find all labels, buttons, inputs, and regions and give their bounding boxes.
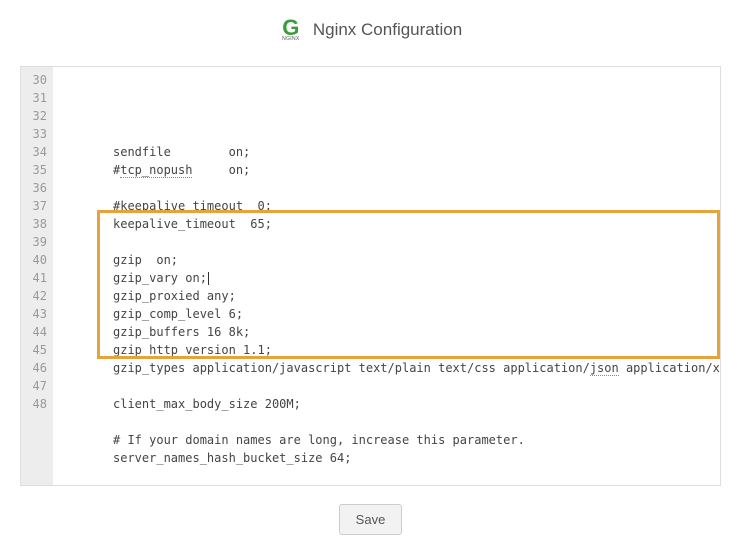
code-line[interactable]: keepalive_timeout 65; xyxy=(63,215,720,233)
line-number: 46 xyxy=(29,359,47,377)
line-number: 30 xyxy=(29,71,47,89)
line-number: 45 xyxy=(29,341,47,359)
code-line[interactable]: # If your domain names are long, increas… xyxy=(63,431,720,449)
code-line[interactable] xyxy=(63,125,720,143)
code-editor[interactable]: 30313233343536373839404142434445464748 s… xyxy=(21,67,720,485)
line-number: 39 xyxy=(29,233,47,251)
code-line[interactable]: gzip_buffers 16 8k; xyxy=(63,323,720,341)
code-line[interactable]: gzip_types application/javascript text/p… xyxy=(63,359,720,377)
code-line[interactable] xyxy=(63,413,720,431)
line-number: 47 xyxy=(29,377,47,395)
code-line[interactable]: gzip on; xyxy=(63,251,720,269)
logo-subtext: NGINX xyxy=(279,36,303,42)
code-line[interactable] xyxy=(63,377,720,395)
line-number: 38 xyxy=(29,215,47,233)
editor-panel: 30313233343536373839404142434445464748 s… xyxy=(20,66,721,486)
line-number-gutter: 30313233343536373839404142434445464748 xyxy=(21,67,53,485)
line-number: 31 xyxy=(29,89,47,107)
save-button[interactable]: Save xyxy=(339,504,403,535)
line-number: 35 xyxy=(29,161,47,179)
code-area[interactable]: sendfile on;#tcp_nopush on; #keepalive_ti… xyxy=(53,67,720,485)
code-line[interactable]: sendfile on; xyxy=(63,143,720,161)
line-number: 48 xyxy=(29,395,47,413)
code-line[interactable] xyxy=(63,233,720,251)
code-line[interactable]: gzip_vary on; xyxy=(63,269,720,287)
code-line[interactable]: gzip_comp_level 6; xyxy=(63,305,720,323)
line-number: 37 xyxy=(29,197,47,215)
line-number: 34 xyxy=(29,143,47,161)
code-line[interactable]: gzip_http_version 1.1; xyxy=(63,341,720,359)
code-line[interactable]: gzip_proxied any; xyxy=(63,287,720,305)
line-number: 40 xyxy=(29,251,47,269)
code-line[interactable]: server_names_hash_bucket_size 64; xyxy=(63,449,720,467)
page-title: Nginx Configuration xyxy=(313,20,462,40)
line-number: 42 xyxy=(29,287,47,305)
line-number: 44 xyxy=(29,323,47,341)
nginx-logo-icon: G NGINX xyxy=(279,18,303,42)
page-header: G NGINX Nginx Configuration xyxy=(0,0,741,56)
code-line[interactable]: #keepalive_timeout 0; xyxy=(63,197,720,215)
line-number: 41 xyxy=(29,269,47,287)
line-number: 43 xyxy=(29,305,47,323)
code-line[interactable] xyxy=(63,467,720,485)
code-line[interactable]: #tcp_nopush on; xyxy=(63,161,720,179)
code-line[interactable]: client_max_body_size 200M; xyxy=(63,395,720,413)
line-number: 36 xyxy=(29,179,47,197)
logo-letter: G xyxy=(279,18,303,38)
footer: Save xyxy=(0,486,741,535)
line-number: 32 xyxy=(29,107,47,125)
line-number: 33 xyxy=(29,125,47,143)
code-line[interactable] xyxy=(63,179,720,197)
